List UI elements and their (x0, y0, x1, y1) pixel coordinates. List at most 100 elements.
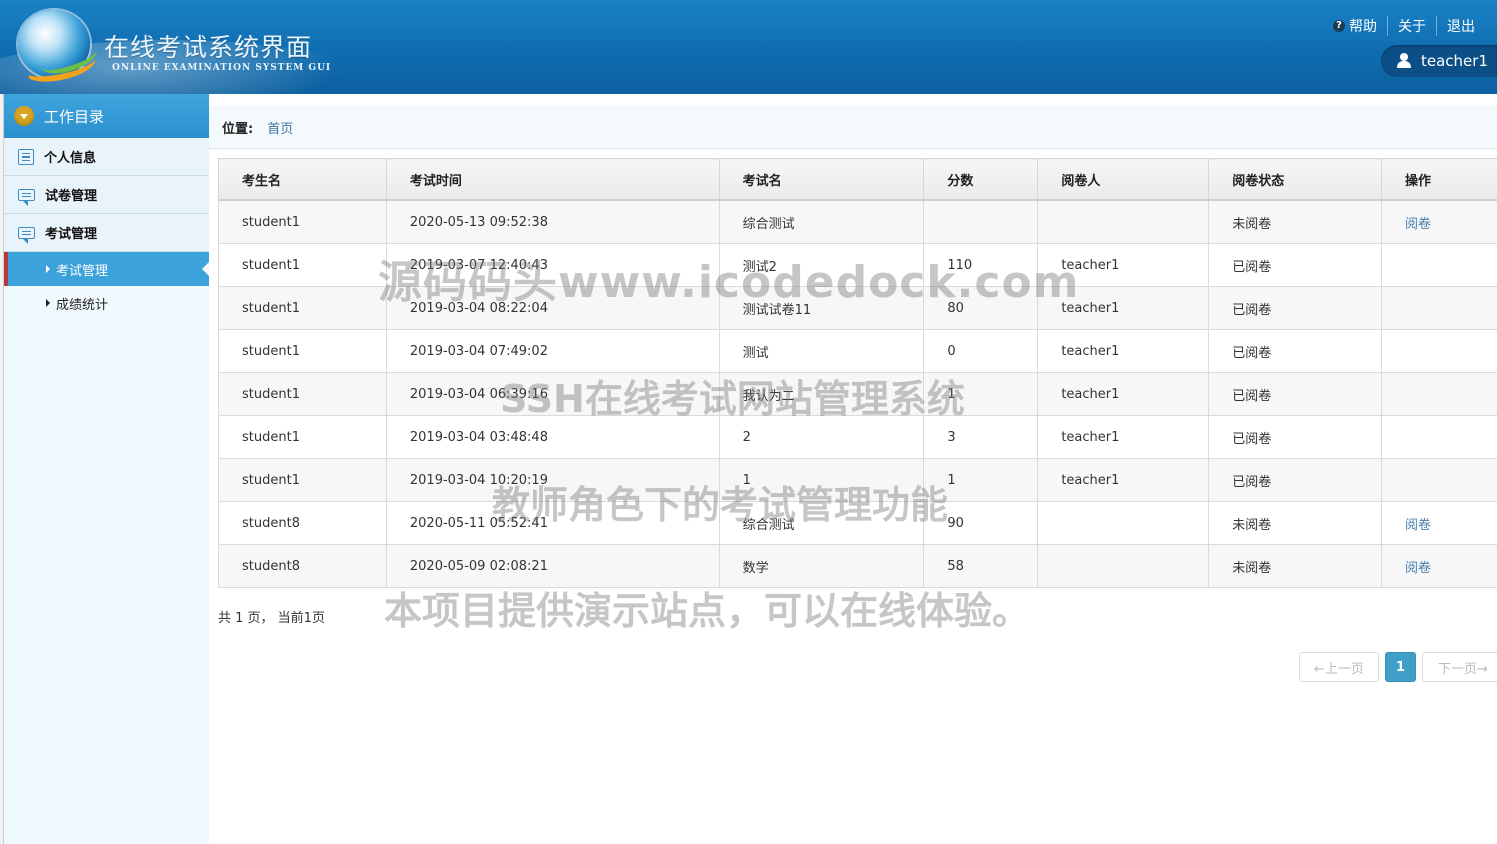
status-cell: 已阅卷 (1208, 415, 1383, 459)
action-cell (1381, 372, 1497, 416)
current-page-button[interactable]: 1 (1385, 652, 1416, 682)
action-cell (1381, 243, 1497, 287)
help-link[interactable]: ? 帮助 (1323, 16, 1387, 36)
sidebar-item-label: 个人信息 (44, 151, 97, 166)
table-row: student1 2019-03-04 07:49:02 测试 0 teacher1 已阅… (218, 329, 1497, 373)
grader-cell: teacher1 (1037, 415, 1210, 459)
grader-cell (1037, 544, 1210, 588)
logout-link[interactable]: 退出 (1436, 16, 1485, 36)
sidebar-subitem-exam-management[interactable]: 考试管理 (4, 252, 209, 286)
app-subtitle: ONLINE EXAMINATION SYSTEM GUI (112, 63, 332, 73)
grader-cell: teacher1 (1037, 458, 1210, 502)
student-name-cell: student1 (218, 243, 387, 287)
table-row: student1 2019-03-07 12:40:43 测试2 110 teacher… (218, 243, 1497, 287)
status-cell: 已阅卷 (1208, 243, 1383, 287)
sidebar-item-label: 考试管理 (45, 227, 98, 242)
exam-name-cell: 综合测试 (718, 501, 925, 545)
action-cell: 阅卷 (1381, 544, 1497, 588)
table-row: student1 2019-03-04 03:48:48 2 3 teacher1 已阅卷 (218, 415, 1497, 459)
exam-time-cell: 2020-05-09 02:08:21 (385, 544, 720, 588)
exam-time-cell: 2020-05-13 09:52:38 (385, 199, 720, 244)
exam-name-cell: 测试2 (718, 243, 925, 287)
sidebar-subitem-label: 成绩统计 (56, 297, 109, 313)
chat-icon (18, 188, 35, 206)
student-name-cell: student1 (218, 329, 387, 373)
column-header: 分数 (923, 158, 1039, 201)
grade-link[interactable]: 阅卷 (1405, 561, 1431, 576)
watermark-text: 本项目提供演示站点，可以在线体验。 (384, 589, 1031, 633)
score-cell: 58 (923, 544, 1039, 588)
table-row: student1 2020-05-13 09:52:38 综合测试 未阅卷 阅卷 (218, 199, 1497, 244)
exam-name-cell: 综合测试 (718, 199, 925, 244)
grade-link[interactable]: 阅卷 (1405, 217, 1431, 232)
app-header: 在线考试系统界面 ONLINE EXAMINATION SYSTEM GUI ?… (0, 0, 1497, 94)
sidebar-item-exam-management[interactable]: 考试管理 (4, 214, 209, 252)
caret-right-icon (46, 299, 50, 307)
sidebar-subitem-label: 考试管理 (56, 263, 109, 279)
student-name-cell: student8 (218, 544, 387, 588)
sidebar-heading[interactable]: 工作目录 (4, 94, 209, 138)
score-cell: 0 (923, 329, 1039, 373)
grade-link[interactable]: 阅卷 (1405, 518, 1431, 533)
score-cell: 110 (923, 243, 1039, 287)
chat-icon (18, 226, 35, 244)
exam-time-cell: 2019-03-04 08:22:04 (385, 286, 720, 330)
action-cell (1381, 329, 1497, 373)
breadcrumb-label: 位置: (222, 121, 254, 137)
sidebar-subitem-score-stats[interactable]: 成绩统计 (4, 286, 209, 320)
status-cell: 未阅卷 (1208, 544, 1383, 588)
score-cell: 1 (923, 372, 1039, 416)
student-name-cell: student1 (218, 286, 387, 330)
status-cell: 未阅卷 (1208, 199, 1383, 244)
exam-time-cell: 2019-03-04 10:20:19 (385, 458, 720, 502)
user-name: teacher1 (1421, 52, 1488, 70)
table-row: student1 2019-03-04 08:22:04 测试试卷11 80 teach… (218, 286, 1497, 330)
table-row: student1 2019-03-04 10:20:19 1 1 teacher1 已阅卷 (218, 458, 1497, 502)
user-badge[interactable]: teacher1 (1381, 45, 1497, 77)
sidebar-item-personal-info[interactable]: 个人信息 (4, 138, 209, 176)
next-page-button[interactable]: 下一页→ (1422, 652, 1497, 682)
status-cell: 已阅卷 (1208, 286, 1383, 330)
exam-name-cell: 1 (718, 458, 925, 502)
table-row: student8 2020-05-11 05:52:41 综合测试 90 未阅卷 阅卷 (218, 501, 1497, 545)
score-cell: 3 (923, 415, 1039, 459)
action-cell (1381, 415, 1497, 459)
exam-time-cell: 2019-03-04 03:48:48 (385, 415, 720, 459)
exam-time-cell: 2019-03-04 06:39:16 (385, 372, 720, 416)
student-name-cell: student8 (218, 501, 387, 545)
exam-name-cell: 2 (718, 415, 925, 459)
column-header: 考试名 (718, 158, 925, 201)
exam-name-cell: 我认为二 (718, 372, 925, 416)
student-name-cell: student1 (218, 372, 387, 416)
student-name-cell: student1 (218, 199, 387, 244)
grader-cell: teacher1 (1037, 329, 1210, 373)
column-header: 考生名 (218, 158, 387, 201)
app-title: 在线考试系统界面 (104, 33, 313, 62)
column-header: 考试时间 (385, 158, 720, 201)
sidebar: 工作目录 个人信息 试卷管理 考试管理 考试管理 成绩统计 (4, 94, 209, 844)
score-cell: 1 (923, 458, 1039, 502)
exam-time-cell: 2020-05-11 05:52:41 (385, 501, 720, 545)
prev-page-button[interactable]: ←上一页 (1299, 652, 1379, 682)
about-link[interactable]: 关于 (1387, 16, 1436, 36)
user-icon (1397, 53, 1411, 69)
grader-cell (1037, 199, 1210, 244)
status-cell: 已阅卷 (1208, 329, 1383, 373)
sidebar-heading-label: 工作目录 (44, 107, 105, 126)
exam-name-cell: 数学 (718, 544, 925, 588)
grader-cell (1037, 501, 1210, 545)
grader-cell: teacher1 (1037, 286, 1210, 330)
sidebar-item-label: 试卷管理 (45, 189, 98, 204)
column-header: 阅卷人 (1037, 158, 1210, 201)
score-cell: 80 (923, 286, 1039, 330)
student-name-cell: student1 (218, 415, 387, 459)
action-cell (1381, 458, 1497, 502)
sidebar-item-paper-management[interactable]: 试卷管理 (4, 176, 209, 214)
page-info: 共 1 页， 当前1页 (218, 611, 325, 626)
breadcrumb-home-link[interactable]: 首页 (267, 118, 293, 137)
caret-right-icon (46, 265, 50, 273)
table-header-row: 考生名 考试时间 考试名 分数 阅卷人 阅卷状态 操作 (218, 158, 1497, 201)
status-cell: 未阅卷 (1208, 501, 1383, 545)
action-cell (1381, 286, 1497, 330)
help-icon: ? (1333, 20, 1345, 32)
